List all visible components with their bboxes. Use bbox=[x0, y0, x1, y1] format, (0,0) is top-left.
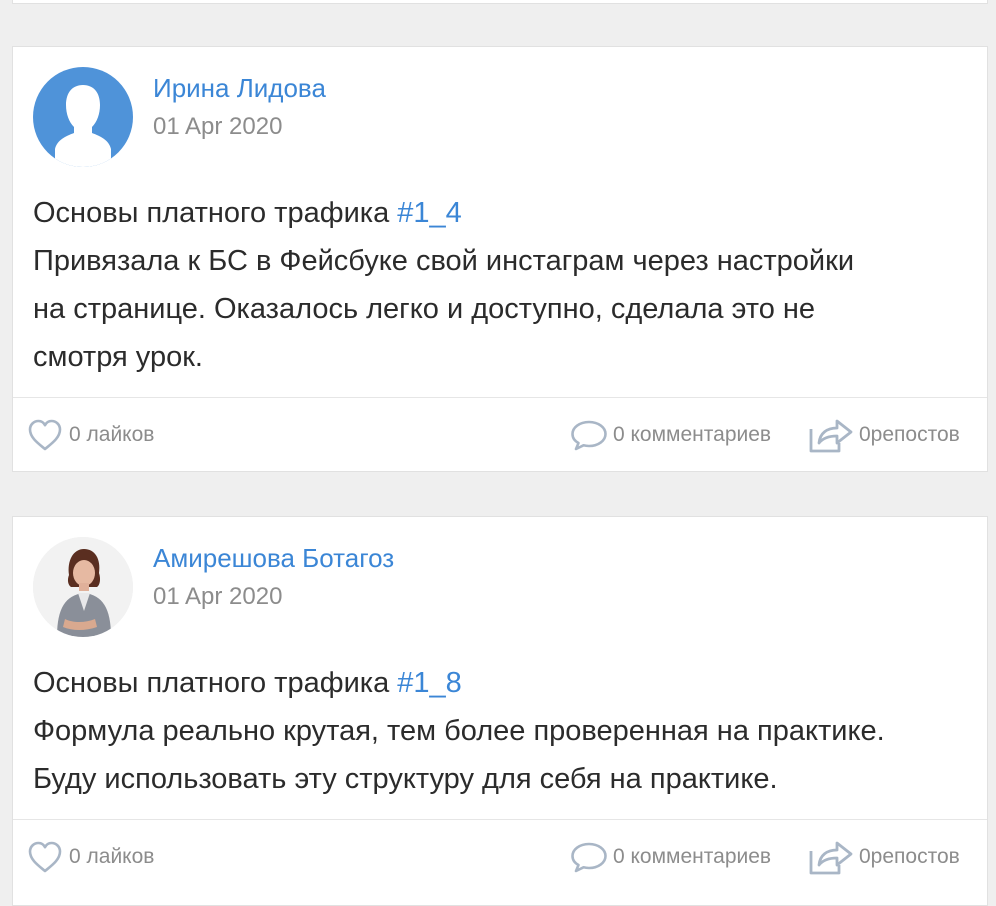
post-title: Основы платного трафика bbox=[33, 667, 398, 699]
reposts-count: 0репостов bbox=[859, 845, 960, 868]
post-actions: 0 лайков 0 комментариев 0репостов bbox=[13, 398, 987, 472]
comments-count: 0 комментариев bbox=[613, 845, 772, 868]
like-button[interactable]: 0 лайков bbox=[25, 820, 154, 894]
avatar[interactable] bbox=[33, 67, 133, 167]
post-text-line: на странице. Оказалось легко и доступно,… bbox=[33, 293, 816, 325]
post-text-line: Привязала к БС в Фейсбуке свой инстаграм… bbox=[33, 245, 855, 277]
post-text: Основы платного трафика #1_4 Привязала к… bbox=[33, 189, 967, 381]
comment-button[interactable]: 0 комментариев bbox=[569, 820, 771, 894]
likes-count: 0 лайков bbox=[69, 845, 155, 868]
post-title-line: Основы платного трафика #1_4 bbox=[33, 189, 967, 237]
default-user-silhouette-icon bbox=[55, 85, 111, 167]
likes-count: 0 лайков bbox=[69, 423, 155, 446]
post-title-line: Основы платного трафика #1_8 bbox=[33, 659, 967, 707]
post-date: 01 Apr 2020 bbox=[153, 113, 283, 140]
comment-button[interactable]: 0 комментариев bbox=[569, 398, 771, 472]
post-text-line: Буду использовать эту структуру для себя… bbox=[33, 763, 778, 795]
post-text-line: Формула реально крутая, тем более провер… bbox=[33, 715, 885, 747]
share-arrow-icon bbox=[809, 841, 853, 875]
author-name[interactable]: Ирина Лидова bbox=[153, 73, 326, 104]
speech-bubble-icon bbox=[571, 842, 607, 873]
post-actions: 0 лайков 0 комментариев 0репостов bbox=[13, 820, 987, 894]
post-text: Основы платного трафика #1_8 Формула реа… bbox=[33, 659, 967, 803]
share-arrow-icon bbox=[809, 419, 853, 453]
post-title: Основы платного трафика bbox=[33, 197, 398, 229]
author-name[interactable]: Амирешова Ботагоз bbox=[153, 543, 394, 574]
post-card: Ирина Лидова 01 Apr 2020 Основы платного… bbox=[12, 46, 988, 472]
post-card: Амирешова Ботагоз 01 Apr 2020 Основы пла… bbox=[12, 516, 988, 906]
hashtag-link[interactable]: #1_8 bbox=[397, 667, 462, 699]
speech-bubble-icon bbox=[571, 420, 607, 451]
avatar[interactable] bbox=[33, 537, 133, 637]
post-date: 01 Apr 2020 bbox=[153, 583, 283, 610]
repost-button[interactable]: 0репостов bbox=[807, 820, 960, 894]
repost-button[interactable]: 0репостов bbox=[807, 398, 960, 472]
post-text-line: смотря урок. bbox=[33, 341, 203, 373]
like-button[interactable]: 0 лайков bbox=[25, 398, 154, 472]
reposts-count: 0репостов bbox=[859, 423, 960, 446]
previous-post-card bbox=[12, 0, 988, 4]
hashtag-link[interactable]: #1_4 bbox=[397, 197, 462, 229]
heart-icon bbox=[28, 841, 62, 873]
user-photo-icon bbox=[33, 537, 133, 637]
heart-icon bbox=[28, 419, 62, 451]
comments-count: 0 комментариев bbox=[613, 423, 772, 446]
